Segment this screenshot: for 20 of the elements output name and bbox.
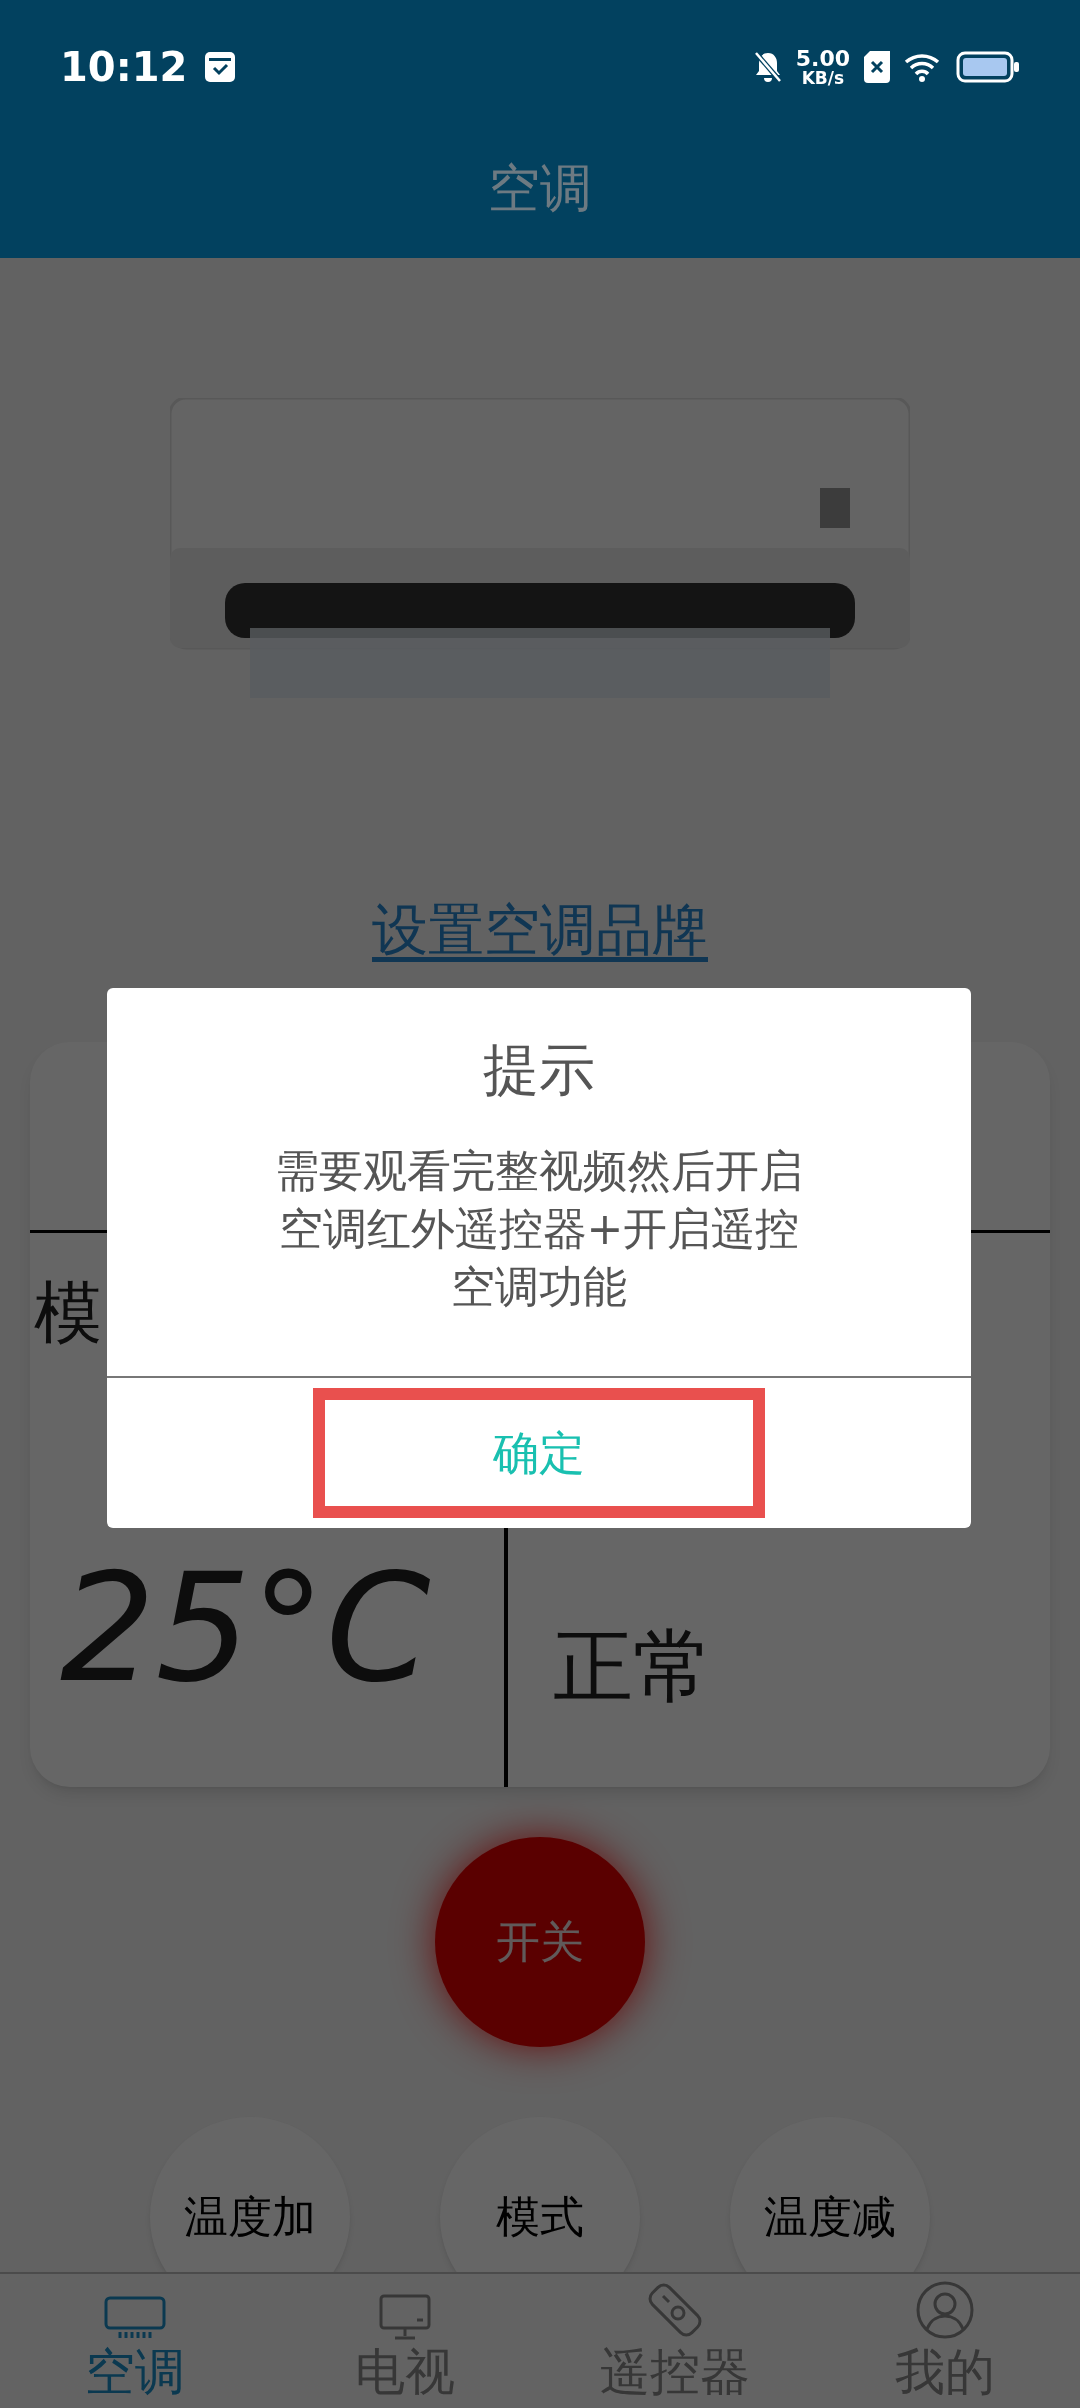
status-time: 10:12 <box>60 43 188 92</box>
brand-link[interactable]: 设置空调品牌 <box>372 888 708 972</box>
battery-icon <box>956 51 1020 83</box>
mode-reading: 模 <box>34 1273 102 1353</box>
air-conditioner-icon <box>104 2296 166 2340</box>
calendar-check-icon <box>205 52 236 82</box>
speed-unit: KB/s <box>801 69 845 87</box>
status-reading: 正常 <box>553 1619 714 1715</box>
monitor-icon <box>379 2294 431 2340</box>
dialog-message: 需要观看完整视频然后开启空调红外遥控器+开启遥控空调功能 <box>274 1144 804 1314</box>
power-button[interactable]: 开关 <box>435 1837 645 2047</box>
dialog-title: 提示 <box>483 1036 595 1104</box>
confirm-button[interactable]: 确定 <box>313 1388 765 1518</box>
user-icon <box>915 2280 975 2340</box>
network-speed: 5.00 <box>795 47 850 70</box>
header-title: 空调 <box>488 157 592 220</box>
bell-muted-icon <box>753 51 782 83</box>
sim-card-icon <box>864 51 890 83</box>
wifi-icon <box>904 52 942 82</box>
temperature-reading: 25°C <box>60 1553 431 1703</box>
